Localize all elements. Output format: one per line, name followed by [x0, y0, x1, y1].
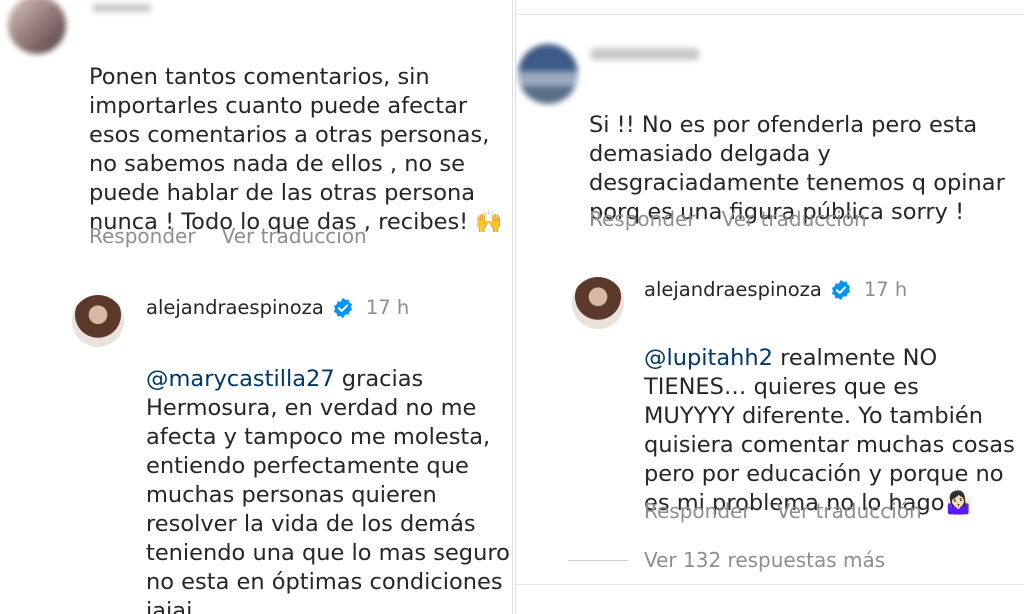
- verified-badge-icon: [333, 297, 352, 318]
- top-separator: [516, 14, 1024, 15]
- reply-body: gracias Hermosura, en verdad no me afect…: [146, 366, 510, 614]
- reply-username[interactable]: alejandraespinoza: [644, 278, 822, 301]
- reply-avatar[interactable]: [72, 295, 124, 347]
- reply-avatar[interactable]: [572, 277, 624, 329]
- raised-hands-emoji: 🙌: [475, 210, 503, 235]
- reply-username[interactable]: alejandraespinoza: [146, 296, 324, 319]
- shrug-emoji: 🤷🏻‍♀️: [944, 491, 972, 516]
- reply-timestamp: 17 h: [365, 296, 410, 319]
- see-translation-button[interactable]: Ver traducción: [777, 499, 922, 523]
- commenter-avatar[interactable]: [518, 44, 578, 104]
- reply-actions: Responder Ver traducción: [644, 499, 948, 523]
- reply-text: @marycastilla27 gracias Hermosura, en ve…: [146, 336, 512, 614]
- comment-actions: Responder Ver traducción: [589, 207, 893, 231]
- more-replies-line: [568, 560, 628, 561]
- reply-button[interactable]: Responder: [644, 499, 751, 523]
- reply-header: alejandraespinoza 17 h: [644, 278, 907, 301]
- reply-text: @lupitahh2 realmente NO TIENES… quieres …: [644, 315, 1022, 518]
- reply-header: alejandraespinoza 17 h: [146, 296, 409, 319]
- comment-text: Si !! No es por ofenderla pero esta dema…: [589, 82, 1019, 227]
- commenter-avatar[interactable]: [8, 0, 66, 54]
- commenter-username-blurred: [590, 48, 700, 60]
- reply-button[interactable]: Responder: [89, 224, 196, 248]
- left-screenshot-panel: Ponen tantos comentarios, sin importarle…: [0, 0, 512, 614]
- view-more-replies-button[interactable]: Ver 132 respuestas más: [644, 548, 885, 572]
- see-translation-button[interactable]: Ver traducción: [222, 224, 367, 248]
- mention-link[interactable]: @lupitahh2: [644, 345, 773, 371]
- reply-button[interactable]: Responder: [589, 207, 696, 231]
- right-screenshot-panel: Si !! No es por ofenderla pero esta dema…: [516, 0, 1024, 614]
- bottom-separator: [516, 584, 1024, 585]
- see-translation-button[interactable]: Ver traducción: [722, 207, 867, 231]
- reply-timestamp: 17 h: [863, 278, 908, 301]
- comment-body: Ponen tantos comentarios, sin importarle…: [89, 64, 490, 235]
- comment-actions: Responder Ver traducción: [89, 224, 393, 248]
- comment-text: Ponen tantos comentarios, sin importarle…: [89, 34, 509, 237]
- mention-link[interactable]: @marycastilla27: [146, 366, 335, 392]
- commenter-username-blurred: [92, 4, 152, 12]
- verified-badge-icon: [831, 279, 850, 300]
